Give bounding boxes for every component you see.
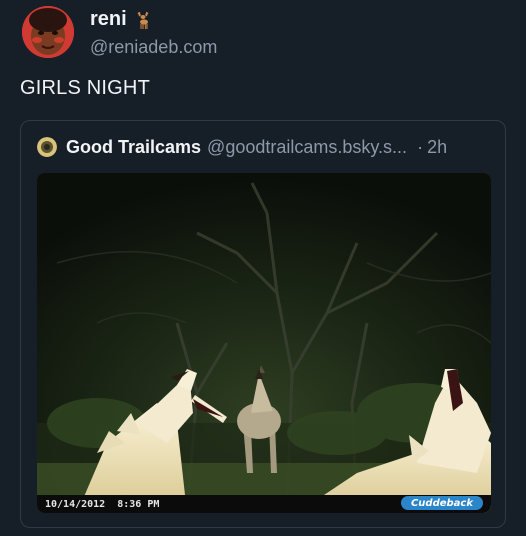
author-handle[interactable]: @reniadeb.com (90, 37, 217, 58)
camera-brand-logo: Cuddeback (401, 496, 483, 510)
coyotes-howling-image (37, 173, 491, 513)
post-text: GIRLS NIGHT (20, 77, 150, 99)
quoted-author-handle[interactable]: @goodtrailcams.bsky.s... (207, 137, 407, 158)
stamp-date: 10/14/2012 (45, 498, 106, 510)
stamp-time: 8:36 PM (117, 498, 160, 510)
post: reni @reniadeb.com GIRLS NIGHT Good Trai… (0, 0, 526, 536)
author-avatar[interactable] (22, 6, 74, 58)
author-name-row[interactable]: reni (90, 8, 153, 31)
deer-icon (133, 10, 153, 30)
author-display-name[interactable]: reni (90, 8, 127, 31)
face-photo-icon (22, 6, 74, 58)
post-timestamp[interactable]: 2h (427, 137, 447, 158)
trailcam-image[interactable]: 10/14/2012 8:36 PM Cuddeback (37, 173, 491, 513)
separator-dot: · (417, 136, 424, 157)
quoted-post-card[interactable]: Good Trailcams @goodtrailcams.bsky.s... … (20, 120, 506, 528)
trailcam-avatar-icon[interactable] (37, 137, 57, 157)
quoted-post-header: Good Trailcams @goodtrailcams.bsky.s... … (37, 135, 497, 159)
quoted-author-name[interactable]: Good Trailcams (66, 137, 201, 158)
